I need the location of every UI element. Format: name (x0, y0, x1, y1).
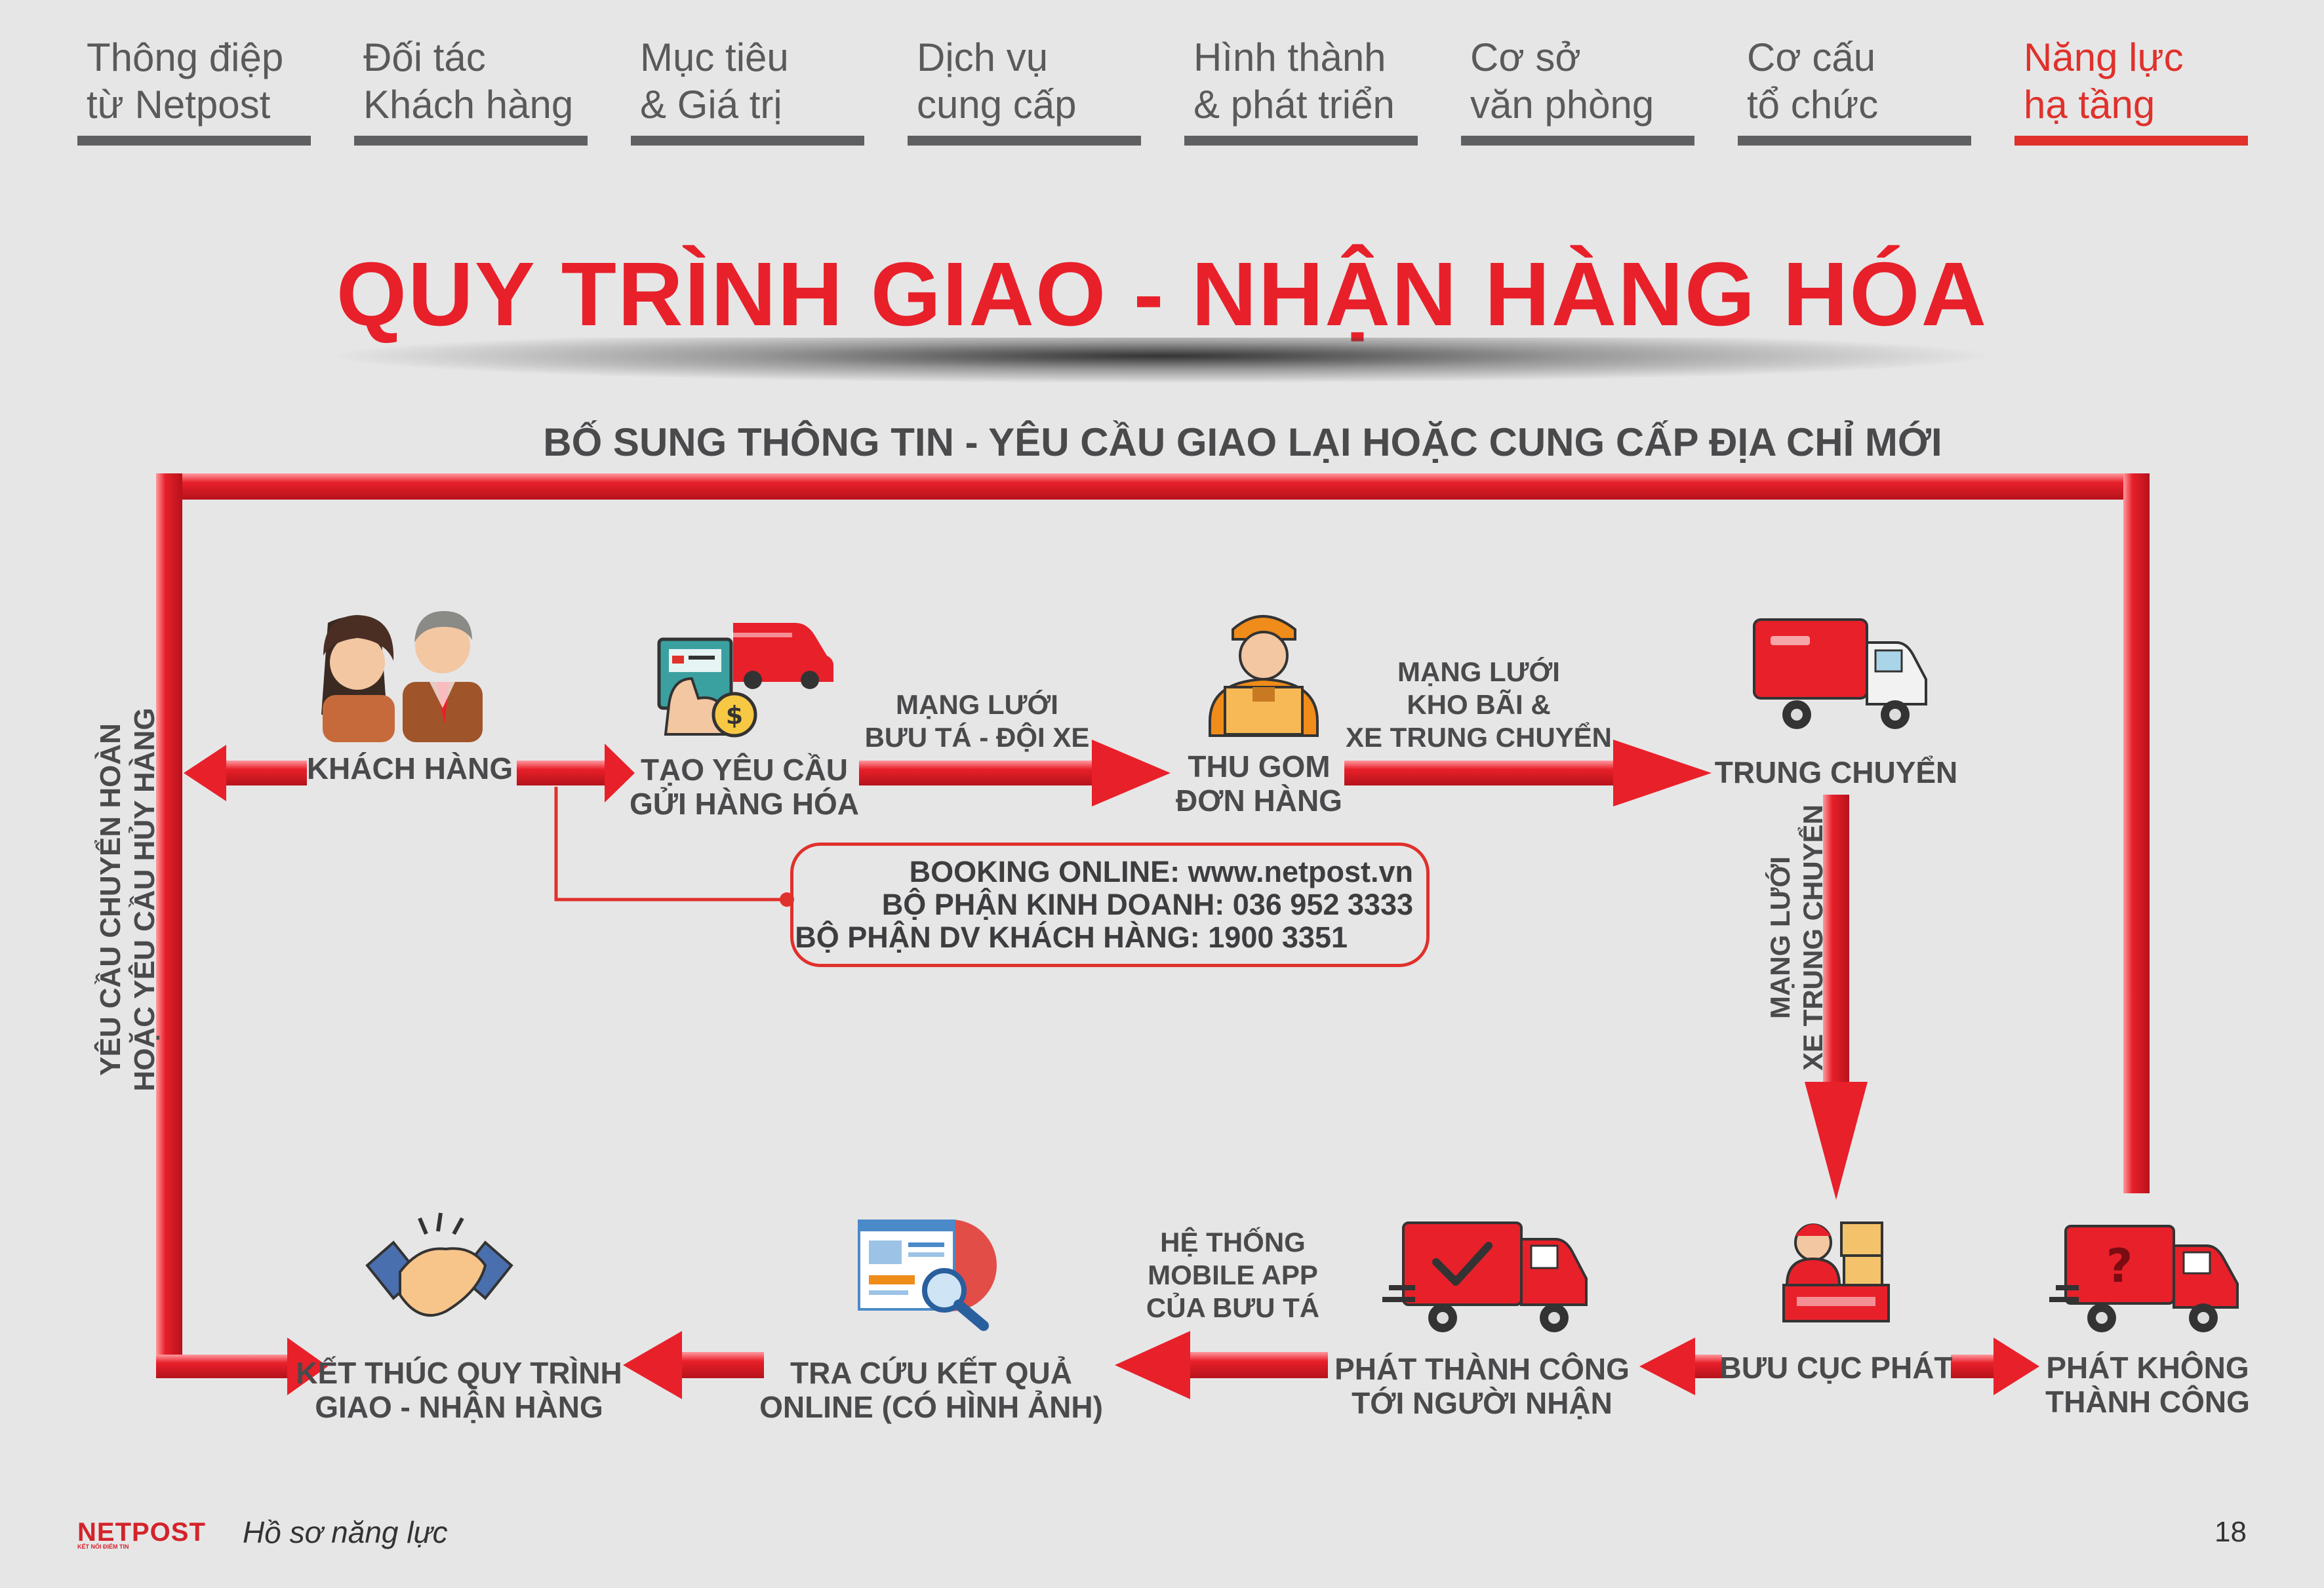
footer-text: Hồ sơ năng lực (243, 1515, 448, 1549)
order-truck-icon: $ (657, 623, 833, 738)
contact-sales: BỘ PHẬN KINH DOANH: 036 952 3333 (881, 888, 1413, 921)
footer-logo-text: NETPOST (77, 1518, 206, 1547)
edge-request-to-pickup: MẠNG LƯỚI BƯU TÁ - ĐỘI XE (864, 689, 1090, 753)
arrow-success-to-lookup (1115, 1331, 1328, 1399)
svg-text:$: $ (726, 701, 743, 730)
contact-info-box: BOOKING ONLINE: www.netpost.vn BỘ PHẬN K… (790, 843, 1430, 967)
node-post-office: BƯU CỤC PHÁT (1719, 1351, 1953, 1385)
node-delivery-success: PHÁT THÀNH CÔNG TỚI NGƯỜI NHẬN (1334, 1352, 1630, 1420)
node-customer: KHÁCH HÀNG (306, 751, 513, 785)
truck-question-icon: ? (2049, 1225, 2239, 1332)
people-icon (321, 611, 483, 742)
contact-booking: BOOKING ONLINE: www.netpost.vn (909, 855, 1413, 888)
transit-truck-icon (1753, 618, 1927, 729)
handshake-icon (365, 1212, 513, 1317)
svg-text:?: ? (2106, 1239, 2133, 1293)
node-end: KẾT THÚC QUY TRÌNH GIAO - NHẬN HÀNG (296, 1356, 622, 1424)
loop-top-label: BỐ SUNG THÔNG TIN - YÊU CẦU GIAO LẠI HOẶ… (543, 420, 1942, 464)
node-delivery-failed: PHÁT KHÔNG THÀNH CÔNG (2045, 1351, 2250, 1419)
node-lookup: TRA CỨU KẾT QUẢ ONLINE (CÓ HÌNH ẢNH) (759, 1356, 1103, 1424)
search-report-icon (858, 1220, 997, 1331)
contact-support: BỘ PHẬN DV KHÁCH HÀNG: 1900 3351 (795, 921, 1348, 954)
edge-success-to-lookup: HỆ THỐNG MOBILE APP CỦA BƯU TÁ (1146, 1227, 1320, 1323)
edge-pickup-to-transit: MẠNG LƯỚI KHO BÃI & XE TRUNG CHUYỂN (1345, 656, 1613, 753)
node-transit: TRUNG CHUYỂN (1714, 755, 1958, 789)
loop-left-label: YÊU CẦU CHUYỂN HOÀN HOẶC YÊU CẦU HỦY HÀN… (94, 707, 161, 1092)
node-create-request: TẠO YÊU CẦU GỬI HÀNG HÓA (630, 753, 859, 821)
edge-transit-to-post: MẠNG LƯỚI XE TRUNG CHUYỂN (1765, 804, 1828, 1071)
page-number: 18 (2214, 1516, 2247, 1548)
post-office-icon (1782, 1221, 1890, 1322)
truck-check-icon (1382, 1221, 1588, 1332)
footer-logo: NETPOST KẾT NỐI ĐIỂM TIN (77, 1518, 206, 1550)
courier-icon (1209, 615, 1319, 737)
node-pickup: THU GOM ĐƠN HÀNG (1176, 749, 1342, 818)
